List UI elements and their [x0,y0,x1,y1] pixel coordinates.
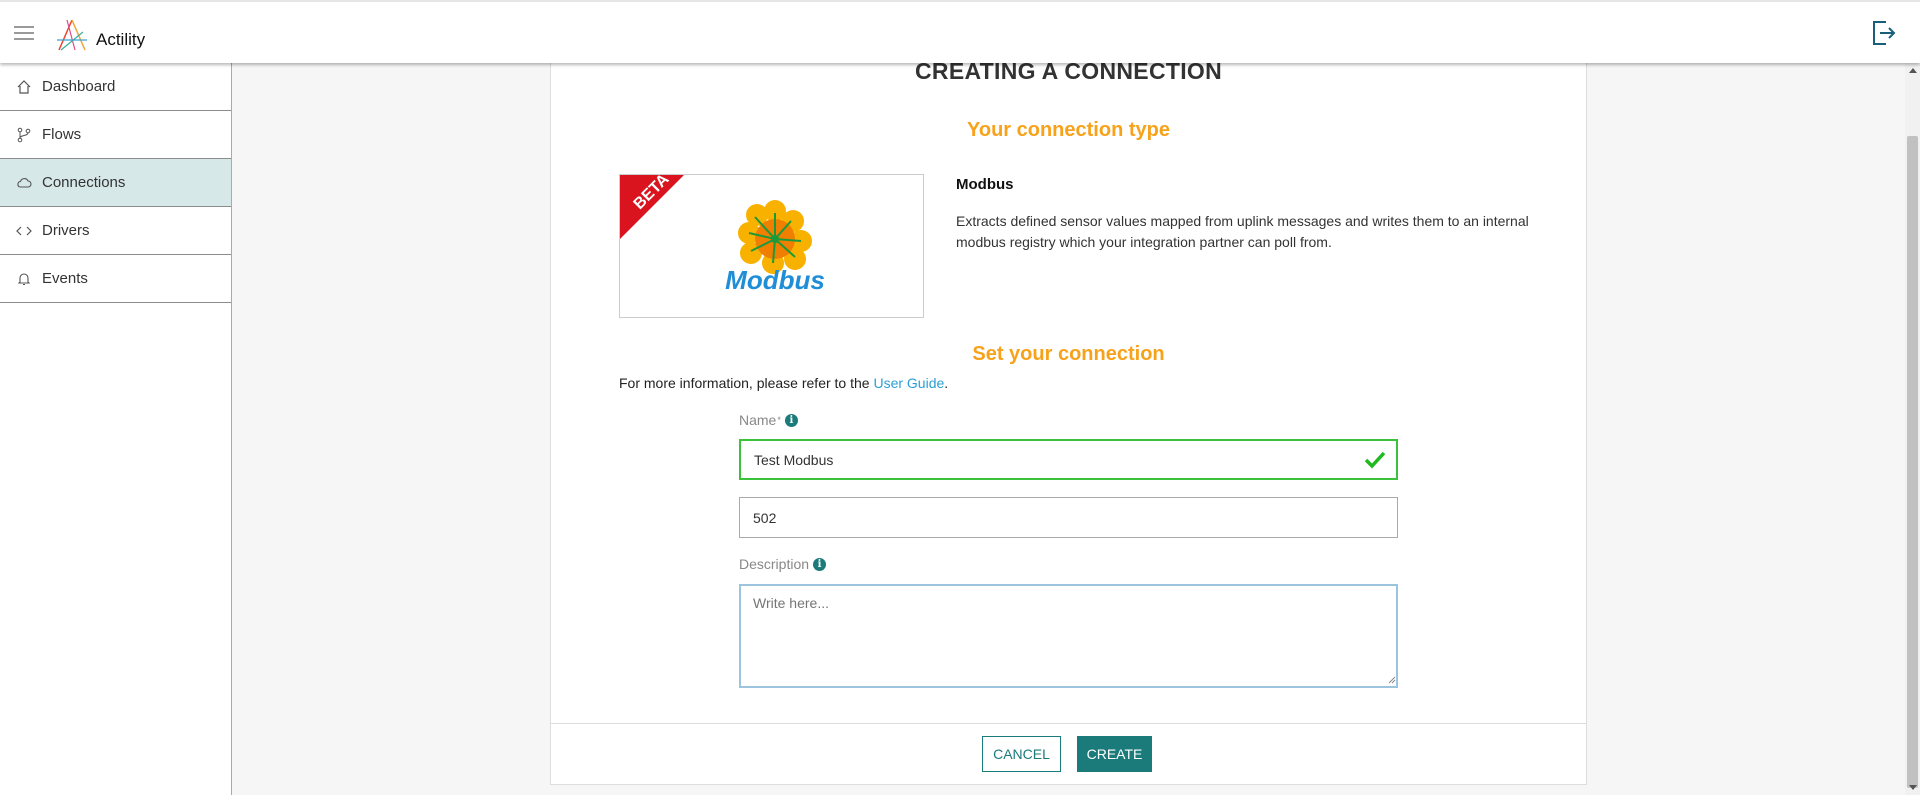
branch-icon [15,126,33,144]
actility-logo-icon [57,19,87,51]
name-label-text: Name [739,412,777,428]
sidebar-item-label: Dashboard [42,78,116,95]
required-mark: * [777,415,781,425]
logout-icon[interactable] [1870,18,1896,48]
valid-check-icon [1364,451,1386,469]
description-label-text: Description [739,556,810,572]
name-input[interactable]: Test Modbus [739,439,1398,480]
sidebar-item-connections[interactable]: Connections [0,159,231,207]
name-info-icon[interactable]: i [784,413,798,427]
footer-divider [551,723,1586,724]
connection-type-heading: Your connection type [967,119,1170,141]
hamburger-menu-icon[interactable] [14,26,34,40]
sidebar-item-drivers[interactable]: Drivers [0,207,231,255]
sidebar: Dashboard Flows Connections Drivers Even… [0,63,232,795]
name-label: Name * i [739,412,798,428]
sidebar-item-events[interactable]: Events [0,255,231,303]
home-icon [15,78,33,96]
modbus-connection-image: BETA Modbus [619,174,924,318]
resize-grip-icon[interactable] [1388,676,1396,684]
user-guide-link[interactable]: User Guide [873,375,944,391]
info-suffix: . [944,375,949,391]
sidebar-item-label: Connections [42,174,126,191]
cloud-icon [15,174,33,192]
description-label: Description i [739,556,827,572]
modbus-logo-text: Modbus [725,265,825,295]
sidebar-item-label: Events [42,270,88,287]
create-button[interactable]: CREATE [1077,736,1152,772]
description-textarea[interactable] [739,584,1398,688]
sidebar-item-label: Drivers [42,222,90,239]
cancel-button[interactable]: CANCEL [982,736,1061,772]
description-info-icon[interactable]: i [813,557,827,571]
vertical-scrollbar[interactable] [1905,63,1920,795]
connection-name: Modbus [956,176,1014,193]
code-icon [15,222,33,240]
connection-description: Extracts defined sensor values mapped fr… [956,213,1529,250]
port-input-value: 502 [753,509,777,526]
sidebar-item-dashboard[interactable]: Dashboard [0,63,231,111]
port-input[interactable]: 502 [739,497,1398,538]
sidebar-item-flows[interactable]: Flows [0,111,231,159]
modbus-logo-icon: BETA [620,175,812,274]
user-guide-info: For more information, please refer to th… [619,375,948,391]
sidebar-item-label: Flows [42,126,82,143]
scroll-thumb[interactable] [1907,136,1918,788]
brand-name: Actility [96,30,146,49]
info-prefix: For more information, please refer to th… [619,375,870,391]
scroll-up-arrow-icon[interactable] [1909,68,1917,73]
bell-icon [15,270,33,288]
set-connection-heading: Set your connection [972,343,1165,365]
scroll-down-arrow-icon[interactable] [1909,785,1917,790]
top-header: Actility [0,0,1920,63]
name-input-value: Test Modbus [754,451,834,468]
